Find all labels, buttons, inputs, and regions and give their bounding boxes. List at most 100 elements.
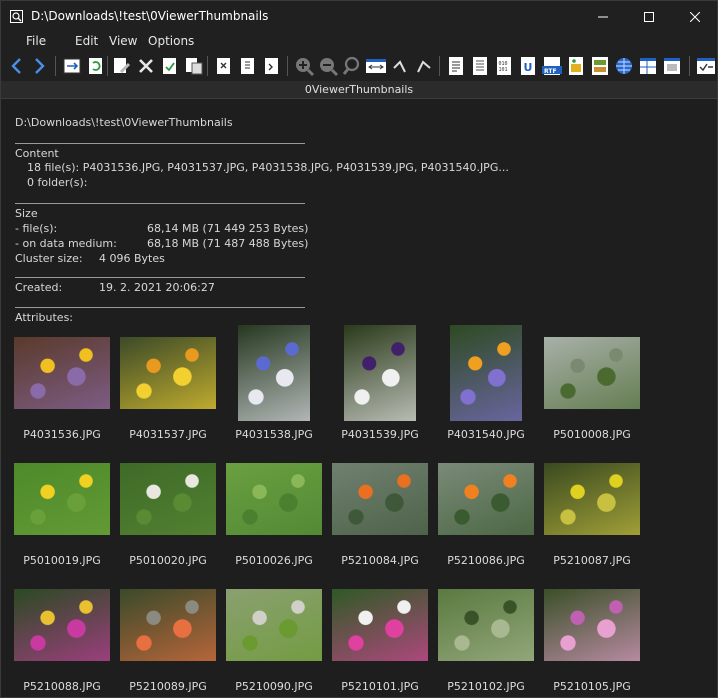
menu-bar: File Edit View Options [1, 32, 717, 52]
paste-icon[interactable] [237, 55, 259, 77]
text-file-icon[interactable] [445, 55, 467, 77]
thumbnail-item[interactable]: P4031540.JPG [433, 325, 539, 451]
svg-text:RTF: RTF [544, 68, 557, 75]
thumbnail-image[interactable] [120, 463, 216, 535]
thumbnail-filename: P4031539.JPG [341, 428, 419, 441]
maximize-button[interactable] [626, 1, 672, 32]
files-size-label: - file(s): [15, 222, 58, 235]
menu-file[interactable]: File [26, 34, 46, 48]
thumbnail-image[interactable] [120, 589, 216, 661]
thumbnail-item[interactable]: P5010019.JPG [9, 451, 115, 577]
thumbnail-image[interactable] [544, 463, 640, 535]
thumbnail-image[interactable] [14, 589, 110, 661]
divider [15, 203, 305, 204]
content-heading: Content [15, 147, 59, 160]
thumbnail-item[interactable]: P4031538.JPG [221, 325, 327, 451]
menu-options[interactable]: Options [148, 34, 194, 48]
fit-width-icon[interactable] [365, 55, 387, 77]
thumbnail-image[interactable] [238, 325, 310, 421]
select-all-icon[interactable] [159, 55, 181, 77]
thumbnail-item[interactable]: P5210102.JPG [433, 577, 539, 697]
checklist-icon[interactable] [695, 55, 717, 77]
thumbnail-image[interactable] [344, 325, 416, 421]
thumbnail-filename: P5210084.JPG [341, 554, 419, 567]
open-icon[interactable] [213, 55, 235, 77]
web-icon[interactable] [613, 55, 635, 77]
folder-info-panel: D:\Downloads\!test\0ViewerThumbnails Con… [1, 100, 717, 697]
thumbnails-icon[interactable] [589, 55, 611, 77]
thumbnail-item[interactable]: P5210089.JPG [115, 577, 221, 697]
thumbnail-image[interactable] [544, 589, 640, 661]
thumbnail-item[interactable]: P5210101.JPG [327, 577, 433, 697]
menu-view[interactable]: View [109, 34, 137, 48]
attributes-label: Attributes: [15, 311, 74, 324]
thumbnail-image[interactable] [544, 337, 640, 409]
thumbnail-image[interactable] [226, 463, 322, 535]
binary-icon[interactable]: 010101 [493, 55, 515, 77]
thumbnail-item[interactable]: P5210087.JPG [539, 451, 645, 577]
minimize-button[interactable] [580, 1, 626, 32]
svg-text:101: 101 [499, 67, 508, 73]
folders-line: 0 folder(s): [27, 176, 88, 189]
thumbnail-item[interactable]: P4031537.JPG [115, 325, 221, 451]
new-file-icon[interactable] [261, 55, 283, 77]
thumbnail-filename: P5010026.JPG [235, 554, 313, 567]
preview-icon[interactable] [661, 55, 683, 77]
close-button[interactable] [672, 1, 718, 32]
rotate-left-icon[interactable] [391, 55, 413, 77]
toolbar-separator [207, 56, 208, 76]
close-icon [690, 11, 700, 22]
thumbnail-filename: P5010008.JPG [553, 428, 631, 441]
thumbnail-image[interactable] [14, 337, 110, 409]
thumbnail-item[interactable]: P5010026.JPG [221, 451, 327, 577]
zoom-out-icon[interactable] [317, 55, 339, 77]
thumbnail-image[interactable] [332, 463, 428, 535]
cluster-size-value: 4 096 Bytes [99, 252, 165, 265]
rotate-right-icon[interactable] [413, 55, 435, 77]
thumbnail-filename: P5210090.JPG [235, 680, 313, 693]
menu-edit[interactable]: Edit [75, 34, 98, 48]
divider [15, 143, 305, 144]
medium-size-value: 68,18 MB (71 487 488 Bytes) [147, 237, 309, 250]
unicode-icon[interactable]: U [517, 55, 539, 77]
thumbnail-item[interactable]: P4031539.JPG [327, 325, 433, 451]
thumbnail-image[interactable] [120, 337, 216, 409]
divider [15, 277, 305, 278]
thumbnail-item[interactable]: P5010008.JPG [539, 325, 645, 451]
document-icon[interactable] [469, 55, 491, 77]
thumbnail-item[interactable]: P5010020.JPG [115, 451, 221, 577]
thumbnail-item[interactable]: P4031536.JPG [9, 325, 115, 451]
thumbnail-image[interactable] [450, 325, 522, 421]
rtf-icon[interactable]: RTF [541, 55, 563, 77]
thumbnail-image[interactable] [226, 589, 322, 661]
copy-icon[interactable] [183, 55, 205, 77]
thumbnail-item[interactable]: P5210086.JPG [433, 451, 539, 577]
folder-name-label: 0ViewerThumbnails [304, 83, 414, 96]
thumbnail-image[interactable] [438, 589, 534, 661]
thumbnail-filename: P5010019.JPG [23, 554, 101, 567]
thumbnail-filename: P5210102.JPG [447, 680, 525, 693]
refresh-icon[interactable] [85, 55, 107, 77]
thumbnail-image[interactable] [438, 463, 534, 535]
back-arrow-icon[interactable] [6, 55, 28, 77]
thumbnail-image[interactable] [14, 463, 110, 535]
created-label: Created: [15, 281, 63, 294]
image-icon[interactable] [565, 55, 587, 77]
delete-icon[interactable] [135, 55, 157, 77]
copy-to-clipboard-icon[interactable] [61, 55, 83, 77]
layout-icon[interactable] [637, 55, 659, 77]
medium-size-label: - on data medium: [15, 237, 117, 250]
toolbar-separator [55, 56, 56, 76]
zoom-icon[interactable] [341, 55, 363, 77]
zoom-in-icon[interactable] [293, 55, 315, 77]
forward-arrow-icon[interactable] [28, 55, 50, 77]
thumbnail-item[interactable]: P5210084.JPG [327, 451, 433, 577]
toolbar-separator [287, 56, 288, 76]
edit-icon[interactable] [111, 55, 133, 77]
thumbnail-item[interactable]: P5210088.JPG [9, 577, 115, 697]
thumbnail-image[interactable] [332, 589, 428, 661]
title-bar[interactable]: D:\Downloads\!test\0ViewerThumbnails [1, 1, 717, 32]
thumbnail-item[interactable]: P5210090.JPG [221, 577, 327, 697]
thumbnail-item[interactable]: P5210105.JPG [539, 577, 645, 697]
svg-text:U: U [524, 61, 533, 74]
